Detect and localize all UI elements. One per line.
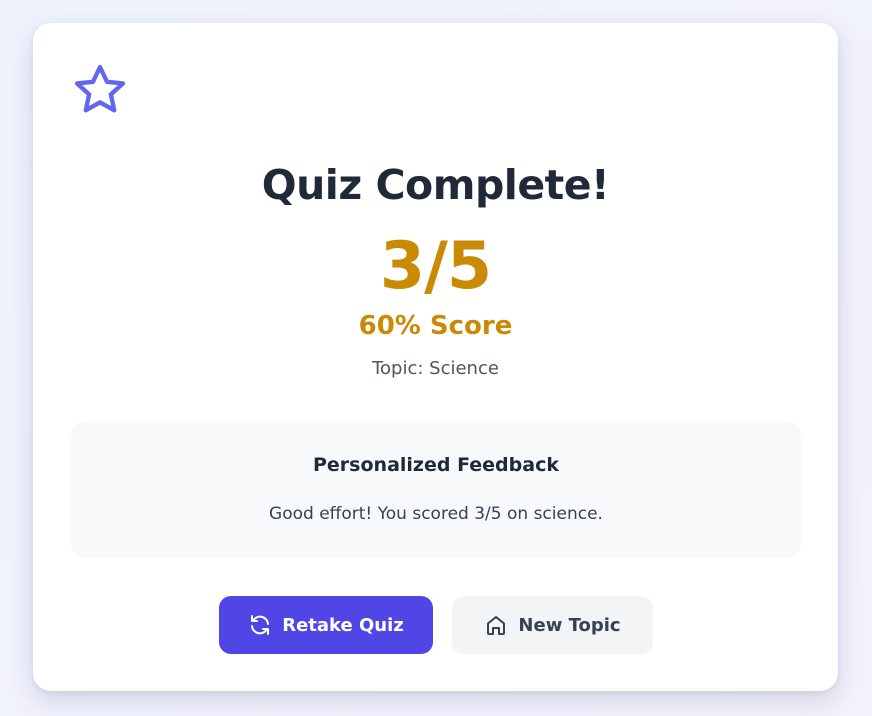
quiz-result-card: Quiz Complete! 3/5 60% Score Topic: Scie… [33, 23, 838, 691]
feedback-panel: Personalized Feedback Good effort! You s… [71, 421, 801, 558]
retake-quiz-label: Retake Quiz [282, 614, 404, 636]
star-icon [71, 61, 129, 119]
refresh-icon [248, 613, 272, 637]
new-topic-label: New Topic [518, 614, 621, 636]
home-icon [484, 613, 508, 637]
feedback-heading: Personalized Feedback [313, 454, 559, 476]
retake-quiz-button[interactable]: Retake Quiz [219, 596, 433, 654]
score-value: 3/5 [379, 229, 492, 304]
feedback-message: Good effort! You scored 3/5 on science. [269, 504, 603, 524]
new-topic-button[interactable]: New Topic [452, 596, 653, 654]
topic-label: Topic: Science [372, 358, 499, 379]
page-title: Quiz Complete! [261, 161, 610, 209]
score-percent: 60% Score [358, 311, 513, 341]
